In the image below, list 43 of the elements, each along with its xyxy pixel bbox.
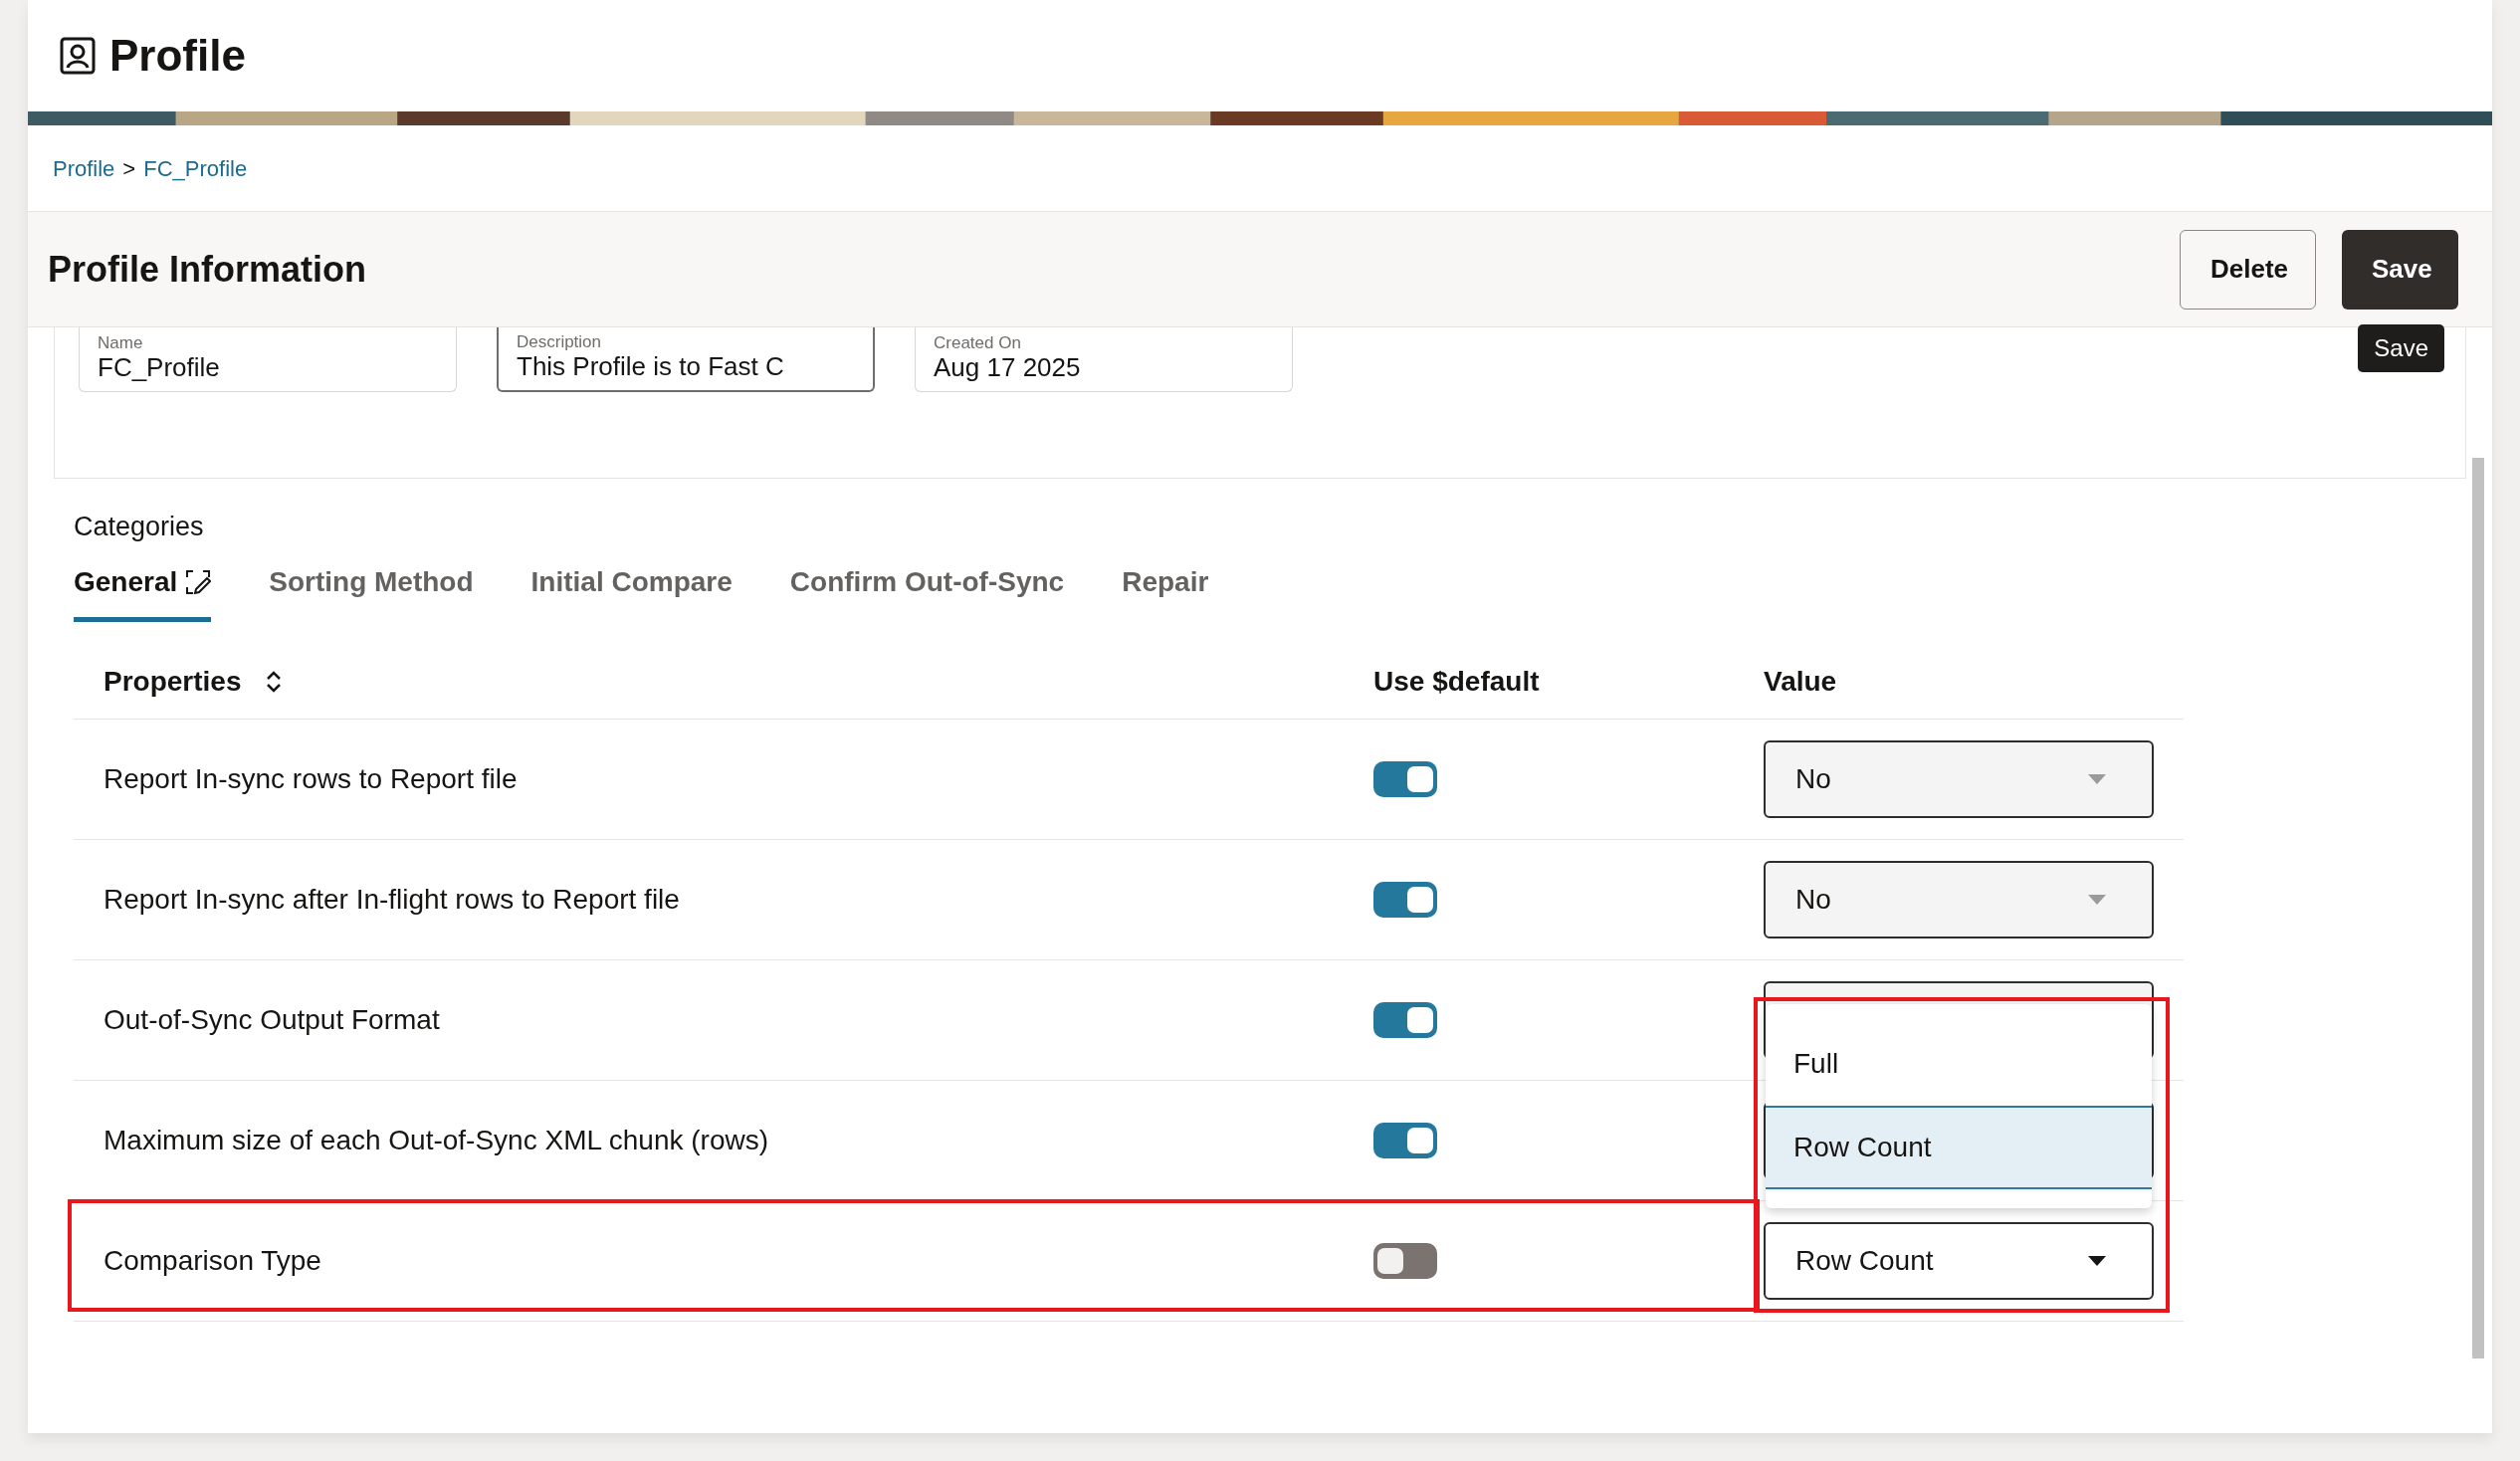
category-tab[interactable]: Initial Compare	[530, 560, 733, 622]
breadcrumb-link[interactable]: Profile	[53, 151, 115, 185]
text-field[interactable]: Created On Aug 17 2025	[915, 327, 1293, 392]
dropdown-value: No	[1795, 882, 1831, 917]
field-value: FC_Profile	[98, 351, 221, 383]
column-header: Value	[1764, 665, 1837, 699]
value-dropdown[interactable]: Row Count	[1764, 1221, 2154, 1300]
field-label: Name	[98, 334, 144, 351]
profile-icon	[60, 37, 96, 75]
property-name: Report In-sync rows to Report file	[103, 761, 519, 796]
property-name: Report In-sync after In-flight rows to Report file	[103, 882, 681, 917]
category-tab[interactable]: General	[74, 560, 212, 622]
property-name: Out-of-Sync Output Format	[103, 1002, 441, 1037]
field-value: Aug 17 2025	[934, 351, 1082, 383]
category-tab[interactable]: Repair	[1122, 560, 1209, 622]
delete-button[interactable]: Delete	[2180, 229, 2316, 310]
dropdown-value: Row Count	[1795, 1243, 1934, 1278]
field-value: This Profile is to Fast C	[517, 350, 785, 382]
categories-label: Categories	[74, 511, 205, 543]
caret-icon	[2088, 1255, 2106, 1266]
category-tab[interactable]: Confirm Out-of-Sync	[789, 560, 1065, 622]
dropdown-value: No	[1795, 761, 1831, 796]
toggle-switch[interactable]	[1373, 1242, 1437, 1279]
field-label: Created On	[934, 334, 1022, 351]
page-title: Profile	[109, 30, 246, 82]
column-header: Use $default	[1373, 665, 1541, 699]
caret-icon	[2088, 773, 2106, 784]
section-title: Profile Information	[48, 247, 366, 292]
breadcrumb-separator: >	[122, 154, 136, 183]
breadcrumb-link[interactable]: FC_Profile	[143, 151, 248, 185]
sort-icon[interactable]	[265, 670, 282, 694]
dropdown-option[interactable]: Full	[1766, 1022, 2152, 1106]
save-button[interactable]: Save	[2342, 229, 2458, 310]
text-field[interactable]: Description This Profile is to Fast C	[497, 327, 875, 392]
column-header: Properties	[104, 665, 242, 699]
property-name: Comparison Type	[103, 1243, 322, 1278]
text-field[interactable]: Name FC_Profile	[79, 327, 457, 392]
dropdown-option[interactable]: Row Count	[1766, 1106, 2152, 1189]
category-tab[interactable]: Sorting Method	[269, 560, 474, 622]
tooltip: Save	[2358, 324, 2444, 372]
field-label: Description	[517, 333, 603, 350]
property-name: Maximum size of each Out-of-Sync XML chunk (rows)	[103, 1123, 770, 1157]
caret-icon	[2088, 894, 2106, 905]
